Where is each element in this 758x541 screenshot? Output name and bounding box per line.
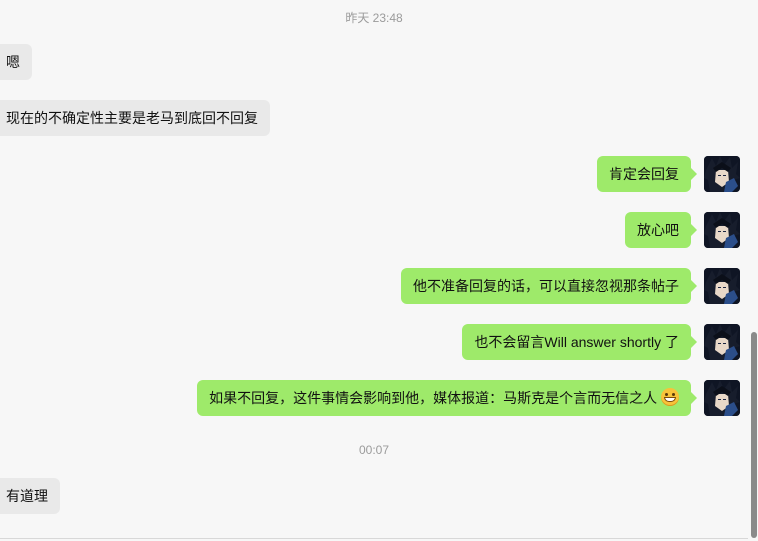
outgoing-message[interactable]: 肯定会回复 [597,156,697,192]
outgoing-message[interactable]: 放心吧 [625,212,697,248]
message-text: 放心吧 [637,222,679,238]
outgoing-message[interactable]: 他不准备回复的话，可以直接忽视那条帖子 [401,268,697,304]
avatar[interactable] [704,212,740,248]
avatar[interactable] [704,268,740,304]
message-text: 肯定会回复 [609,166,679,182]
scrollbar-thumb[interactable] [751,332,757,538]
outgoing-message[interactable]: 也不会留言Will answer shortly 了 [462,324,697,360]
outgoing-message[interactable]: 如果不回复，这件事情会影响到他，媒体报道：马斯克是个言而无信之人 [197,380,697,416]
avatar[interactable] [704,380,740,416]
avatar[interactable] [704,324,740,360]
message-text: 如果不回复，这件事情会影响到他，媒体报道：马斯克是个言而无信之人 [209,390,658,406]
timestamp: 昨天 23:48 [345,11,403,25]
incoming-message[interactable]: 有道理 [0,478,60,514]
message-text: 嗯 [6,54,20,70]
timestamp: 00:07 [358,443,390,457]
avatar-image [704,324,740,360]
grinning-face-emoji-icon [661,388,679,406]
scrollbar[interactable] [748,0,758,541]
avatar-image [704,212,740,248]
input-divider [0,538,748,539]
chat-message-area[interactable]: 昨天 23:48 嗯 现在的不确定性主要是老马到底回不回复 肯定会回复 放心吧 [0,0,748,541]
incoming-message[interactable]: 现在的不确定性主要是老马到底回不回复 [0,100,270,136]
message-text: 现在的不确定性主要是老马到底回不回复 [6,110,258,126]
message-text: 也不会留言Will answer shortly 了 [474,334,679,350]
avatar-image [704,380,740,416]
avatar[interactable] [704,156,740,192]
avatar-image [704,268,740,304]
message-text: 他不准备回复的话，可以直接忽视那条帖子 [413,278,679,294]
message-text: 有道理 [6,488,48,504]
incoming-message[interactable]: 嗯 [0,44,32,80]
avatar-image [704,156,740,192]
